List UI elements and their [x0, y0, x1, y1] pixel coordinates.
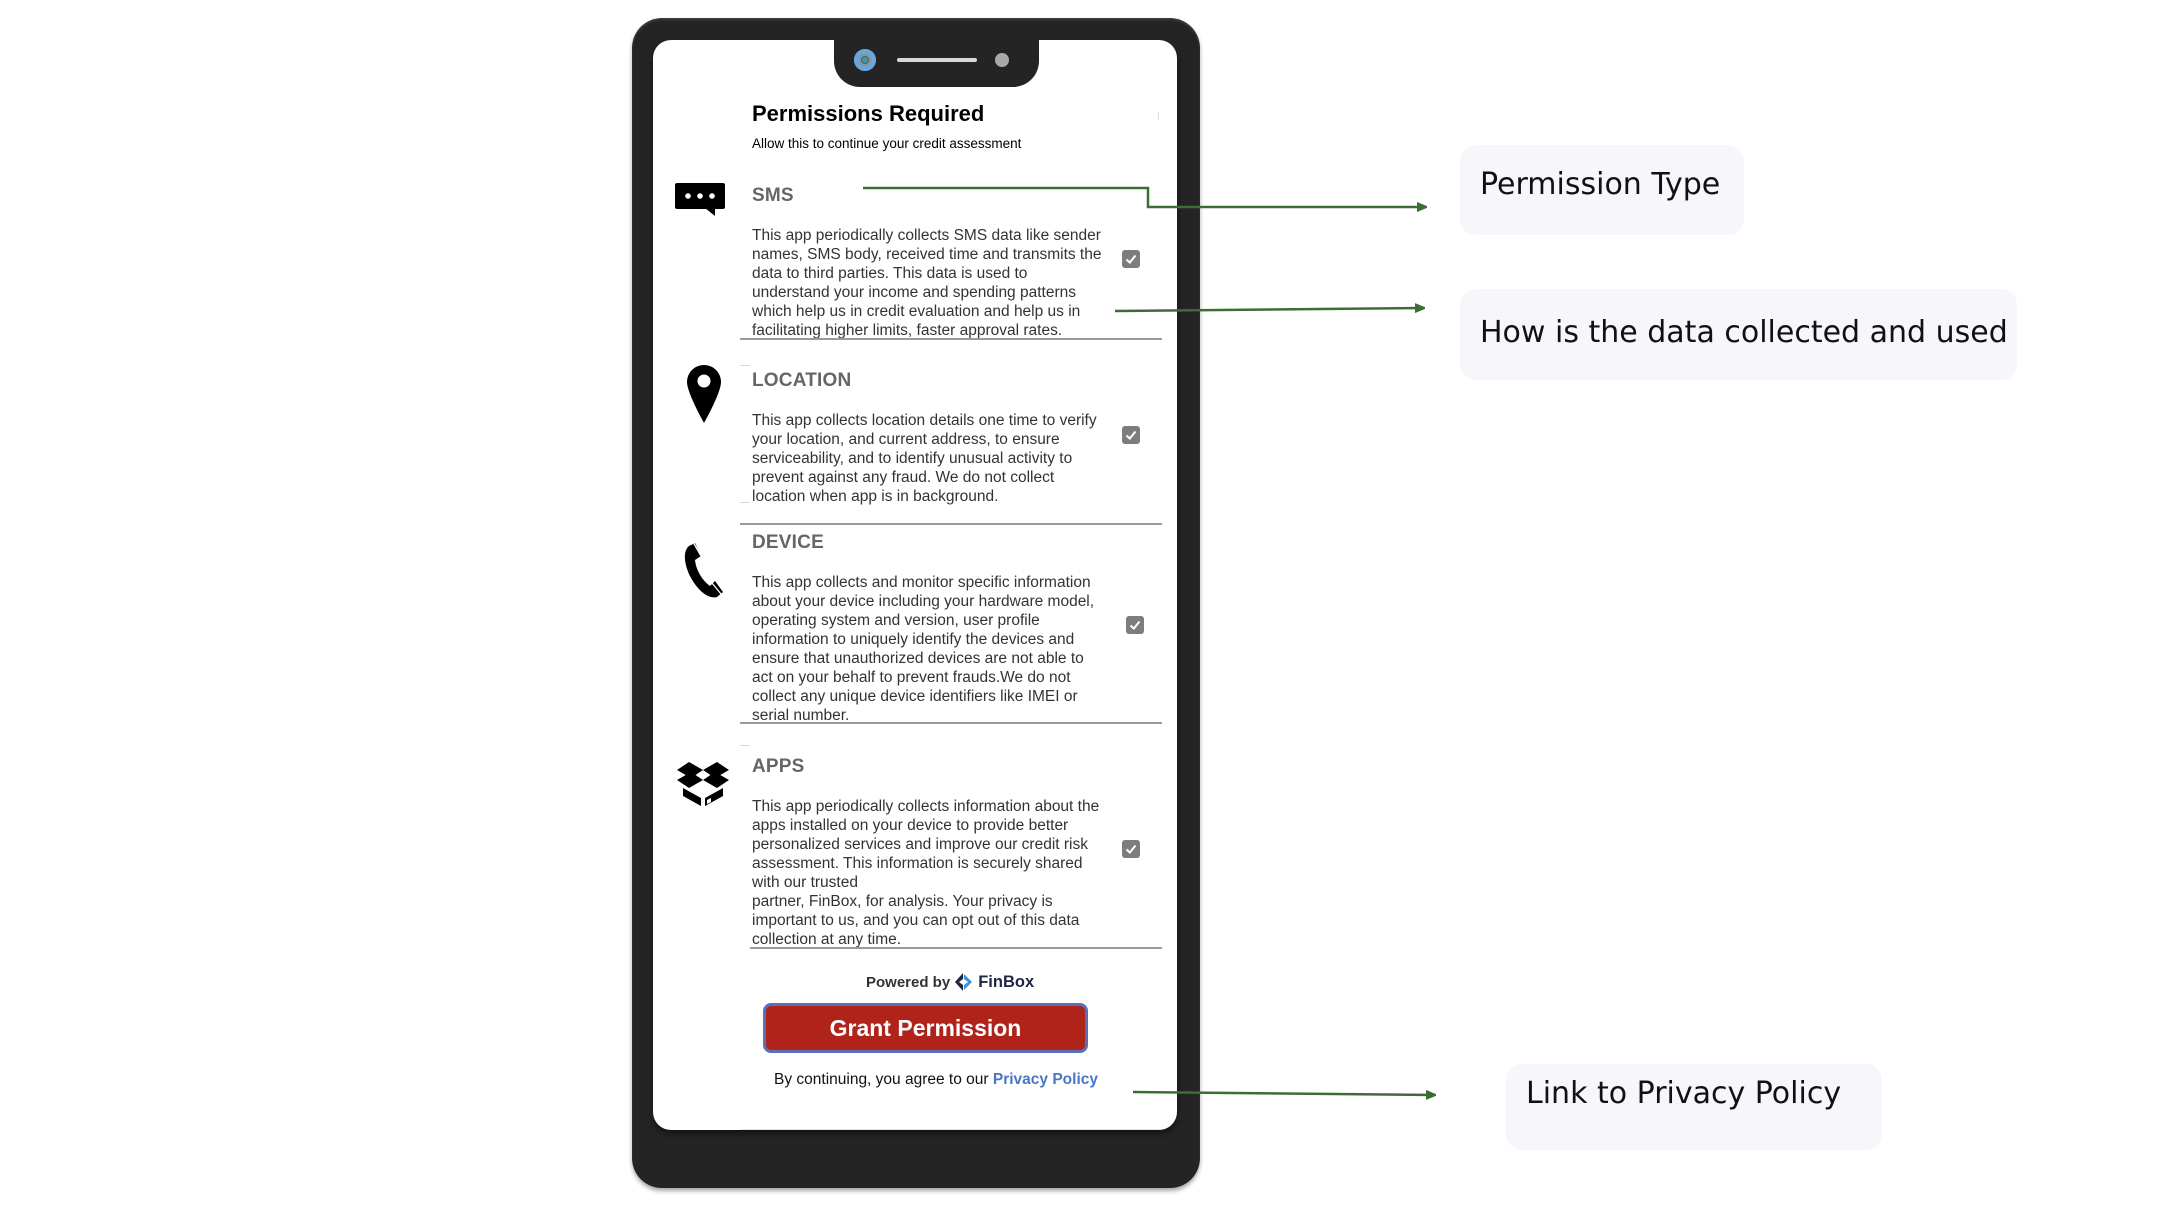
- grant-permission-button[interactable]: Grant Permission: [763, 1003, 1088, 1053]
- permission-label-location: LOCATION: [752, 370, 852, 391]
- section-tick: [740, 502, 750, 503]
- description-line: collect any unique device identifiers li…: [752, 688, 1078, 705]
- checkmark-icon: [1125, 844, 1137, 854]
- finbox-brand: FinBox: [978, 972, 1035, 991]
- checkbox-location[interactable]: [1122, 426, 1140, 444]
- section-divider: [740, 523, 1162, 525]
- description-line: names, SMS body, received time and trans…: [752, 246, 1102, 263]
- description-line: This app periodically collects SMS data …: [752, 227, 1101, 244]
- callout-label: How is the data collected and used: [1480, 315, 2008, 350]
- section-divider: [740, 338, 1162, 340]
- description-line: about your device including your hardwar…: [752, 593, 1095, 610]
- description-line: assessment. This information is securely…: [752, 855, 1083, 872]
- description-line: ensure that unauthorized devices are not…: [752, 650, 1084, 667]
- description-line: with our trusted: [752, 874, 858, 891]
- phone-notch: [834, 40, 1039, 87]
- description-line: data to third parties. This data is used…: [752, 265, 1028, 282]
- checkbox-apps[interactable]: [1122, 840, 1140, 858]
- callout-permission-type: Permission Type: [1460, 145, 1744, 235]
- permission-description-location: This app collects location details one t…: [752, 411, 1122, 506]
- checkbox-device[interactable]: [1126, 616, 1144, 634]
- description-line: partner, FinBox, for analysis. Your priv…: [752, 893, 1053, 910]
- location-pin-icon: [687, 365, 721, 428]
- permission-label-apps: APPS: [752, 756, 805, 777]
- privacy-policy-link[interactable]: Privacy Policy: [993, 1071, 1098, 1088]
- section-divider: [740, 722, 1162, 724]
- description-line: information to uniquely identify the dev…: [752, 631, 1075, 648]
- phone-mockup: Permissions Required Allow this to conti…: [632, 18, 1200, 1188]
- proximity-sensor-icon: [995, 53, 1009, 67]
- permission-description-apps: This app periodically collects informati…: [752, 797, 1122, 949]
- permission-label-device: DEVICE: [752, 532, 824, 553]
- description-line: location when app is in background.: [752, 488, 999, 505]
- front-camera-icon: [854, 49, 876, 71]
- description-line: apps installed on your device to provide…: [752, 817, 1069, 834]
- checkmark-icon: [1125, 430, 1137, 440]
- checkbox-sms[interactable]: [1122, 250, 1140, 268]
- phone-handset-icon: [683, 541, 723, 603]
- agreement-text: By continuing, you agree to our: [774, 1071, 993, 1088]
- permission-description-sms: This app periodically collects SMS data …: [752, 226, 1122, 340]
- open-box-icon: [675, 760, 731, 811]
- finbox-logo-icon: [955, 973, 973, 991]
- page-title: Permissions Required: [752, 101, 985, 126]
- powered-by: Powered by FinBox: [866, 972, 1034, 992]
- permission-description-device: This app collects and monitor specific i…: [752, 573, 1122, 725]
- phone-screen: Permissions Required Allow this to conti…: [653, 40, 1177, 1130]
- description-line: act on your behalf to prevent frauds.We …: [752, 669, 1071, 686]
- page-subtitle: Allow this to continue your credit asses…: [752, 136, 1022, 151]
- section-divider: [750, 947, 1162, 949]
- section-tick: [740, 745, 750, 746]
- privacy-agreement: By continuing, you agree to our Privacy …: [774, 1071, 1098, 1089]
- permission-label-sms: SMS: [752, 185, 794, 206]
- description-line: serviceability, and to identify unusual …: [752, 450, 1073, 467]
- description-line: your location, and current address, to e…: [752, 431, 1060, 448]
- speaker-grille: [897, 58, 977, 62]
- description-line: operating system and version, user profi…: [752, 612, 1040, 629]
- callout-label: Link to Privacy Policy: [1526, 1076, 1842, 1111]
- description-line: This app collects location details one t…: [752, 412, 1097, 429]
- sms-chat-bubble-icon: [675, 183, 729, 222]
- scrollbar[interactable]: [1158, 112, 1159, 120]
- checkmark-icon: [1125, 254, 1137, 264]
- powered-by-label: Powered by: [866, 973, 951, 991]
- callout-label: Permission Type: [1480, 167, 1721, 202]
- description-line: prevent against any fraud. We do not col…: [752, 469, 1055, 486]
- checkmark-icon: [1129, 620, 1141, 630]
- section-tick: [740, 365, 750, 366]
- callout-data-usage: How is the data collected and used: [1460, 289, 2017, 380]
- description-line: important to us, and you can opt out of …: [752, 912, 1080, 929]
- description-line: This app collects and monitor specific i…: [752, 574, 1091, 591]
- description-line: understand your income and spending patt…: [752, 284, 1076, 301]
- description-line: personalized services and improve our cr…: [752, 836, 1088, 853]
- description-line: which help us in credit evaluation and h…: [752, 303, 1081, 320]
- callout-privacy-policy: Link to Privacy Policy: [1506, 1064, 1882, 1150]
- description-line: This app periodically collects informati…: [752, 798, 1100, 815]
- bottom-divider: [740, 1129, 1177, 1130]
